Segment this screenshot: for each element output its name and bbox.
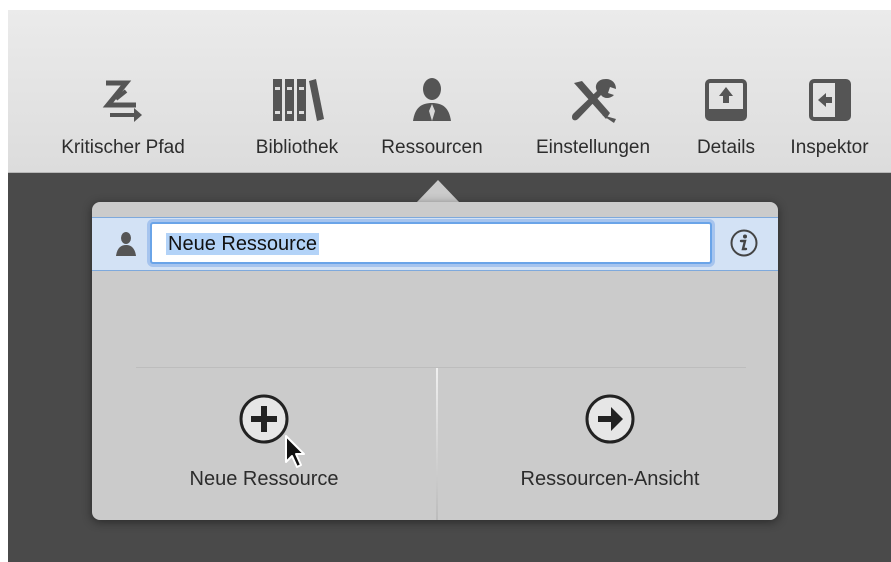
resource-person-icon	[364, 72, 500, 128]
toolbar-label: Einstellungen	[535, 137, 651, 158]
resource-name-text: Neue Ressource	[166, 233, 319, 255]
new-resource-label: Neue Ressource	[189, 468, 339, 490]
mouse-pointer-icon	[284, 434, 312, 475]
toolbar-item-resources[interactable]: Ressourcen	[364, 10, 500, 172]
resource-row[interactable]: Neue Ressource	[92, 217, 778, 271]
divider	[136, 367, 746, 368]
tools-wrench-screwdriver-icon	[512, 72, 674, 128]
toolbar-item-details[interactable]: Details	[684, 10, 768, 172]
plus-circle-icon	[237, 392, 291, 446]
resource-view-label: Ressourcen-Ansicht	[520, 468, 700, 490]
info-icon[interactable]	[717, 222, 771, 264]
toolbar-label: Bibliothek	[255, 137, 339, 158]
divider	[436, 368, 438, 520]
popover-arrow	[416, 180, 460, 203]
toolbar-item-library[interactable]: Bibliothek	[235, 10, 359, 172]
arrow-right-circle-icon	[583, 392, 637, 446]
new-resource-button[interactable]: Neue Ressource	[114, 392, 414, 491]
inspector-sidebar-icon	[768, 72, 891, 128]
toolbar-label: Details	[696, 137, 756, 158]
resource-name-input[interactable]: Neue Ressource	[150, 222, 712, 264]
resources-popover: Neue Ressource Neue Ressource Ressourcen…	[92, 202, 778, 520]
toolbar-item-critical-path[interactable]: Kritischer Pfad	[8, 10, 238, 172]
details-upload-icon	[684, 72, 768, 128]
library-books-icon	[235, 72, 359, 128]
app-window: Kritischer Pfad Bibliothek Ressourcen Ei…	[8, 10, 891, 562]
toolbar-label: Inspektor	[790, 137, 869, 158]
resource-person-icon	[114, 231, 138, 262]
toolbar-item-inspector[interactable]: Inspektor	[768, 10, 891, 172]
toolbar-label: Kritischer Pfad	[61, 137, 185, 158]
toolbar: Kritischer Pfad Bibliothek Ressourcen Ei…	[8, 10, 891, 173]
resource-view-button[interactable]: Ressourcen-Ansicht	[460, 392, 760, 491]
critical-path-icon	[8, 72, 238, 128]
toolbar-label: Ressourcen	[381, 137, 483, 158]
toolbar-item-settings[interactable]: Einstellungen	[512, 10, 674, 172]
